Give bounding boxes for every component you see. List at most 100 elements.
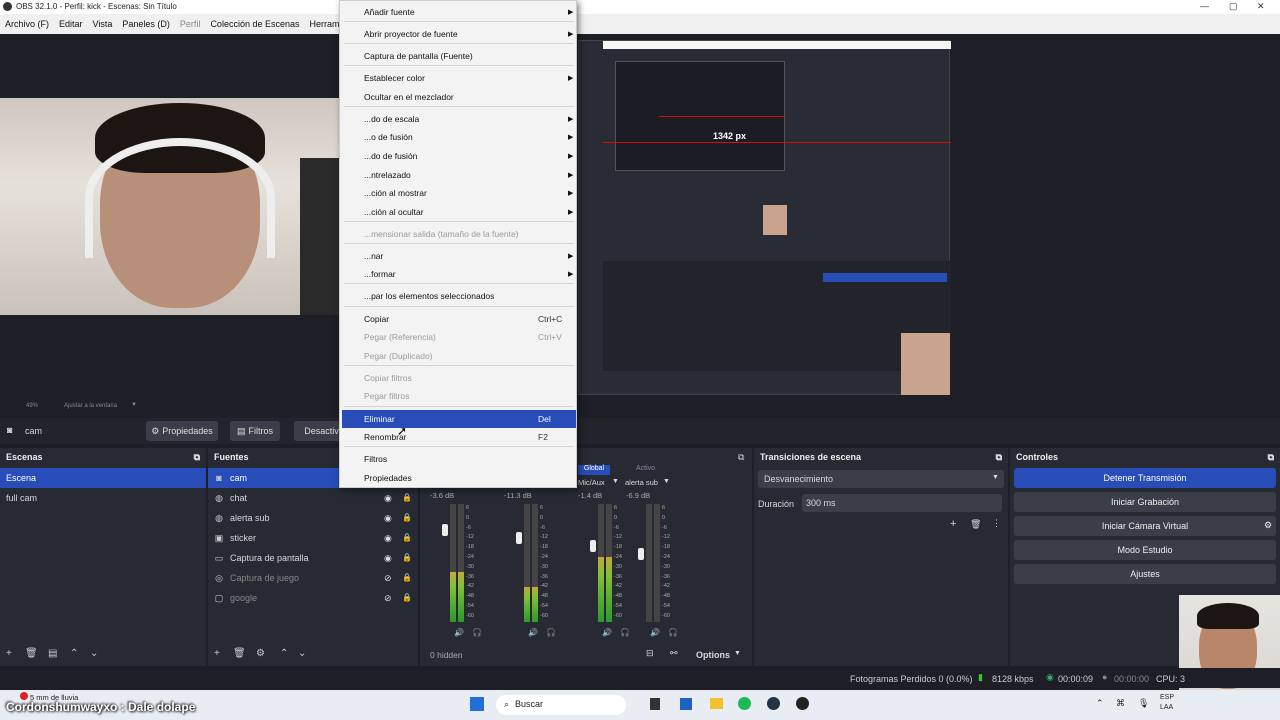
speaker-icon[interactable]: 🔊 (650, 628, 660, 637)
menu-docks[interactable]: Paneles (D) (122, 19, 170, 29)
add-icon[interactable]: + (950, 518, 956, 530)
preview-area[interactable]: 1342 px (0, 34, 1280, 400)
source-item[interactable]: ◍ chat ◉ 🔒 (208, 488, 418, 508)
obs-taskbar-icon[interactable] (796, 697, 809, 710)
settings-button[interactable]: Ajustes (1014, 564, 1276, 584)
undock-icon[interactable]: ⧉ (1268, 452, 1274, 462)
explorer-icon[interactable] (710, 698, 723, 709)
context-menu-item[interactable]: Abrir proyector de fuente (364, 25, 458, 43)
volume-slider[interactable] (442, 524, 448, 536)
transition-select[interactable]: Desvanecimiento ▼ (758, 470, 1004, 488)
options-button[interactable]: Options (696, 650, 730, 660)
volume-slider[interactable] (590, 540, 596, 552)
gear-icon[interactable]: ⚙ (256, 648, 265, 659)
minimize-icon[interactable]: — (1200, 1, 1209, 11)
task-view-icon[interactable] (650, 698, 660, 710)
context-menu-item[interactable]: ...o de fusión (364, 128, 413, 146)
context-menu-item[interactable]: ...ción al mostrar (364, 184, 427, 202)
visibility-eye-icon[interactable]: ⊘ (384, 593, 392, 604)
add-icon[interactable]: + (6, 648, 12, 659)
menu-profile[interactable]: Perfil (180, 19, 201, 29)
stop-stream-button[interactable]: Detener Transmisión (1014, 468, 1276, 488)
lock-icon[interactable]: 🔒 (402, 513, 412, 522)
up-arrow-icon[interactable]: ⌃ (280, 648, 288, 659)
lang-indicator[interactable]: ESP (1160, 694, 1174, 701)
scene-item[interactable]: full cam (0, 488, 206, 508)
speaker-icon[interactable]: 🔊 (528, 628, 538, 637)
source-item[interactable]: ▣ sticker ◉ 🔒 (208, 528, 418, 548)
context-menu-item[interactable]: Captura de pantalla (Fuente) (364, 47, 473, 65)
visibility-eye-icon[interactable]: ⊘ (384, 573, 392, 584)
menu-edit[interactable]: Editar (59, 19, 83, 29)
volume-slider[interactable] (516, 532, 522, 544)
duration-input[interactable]: 300 ms (802, 494, 1002, 512)
menu-view[interactable]: Vista (93, 19, 113, 29)
up-arrow-icon[interactable]: ⌃ (70, 648, 78, 659)
visibility-eye-icon[interactable]: ◉ (384, 553, 392, 564)
headphones-icon[interactable]: 🎧 (668, 628, 678, 637)
fit-to-window[interactable]: Ajustar a la ventana (64, 403, 117, 409)
context-menu-item[interactable]: Establecer color (364, 69, 425, 87)
context-menu-item[interactable]: Copiar (364, 310, 389, 328)
context-menu-item[interactable]: Filtros (364, 450, 387, 468)
source-item[interactable]: ◍ alerta sub ◉ 🔒 (208, 508, 418, 528)
context-menu-item[interactable]: Propiedades (364, 469, 412, 487)
lock-icon[interactable]: 🔒 (402, 553, 412, 562)
maximize-icon[interactable]: ▢ (1229, 1, 1238, 12)
chevron-down-icon[interactable]: ▼ (734, 650, 741, 657)
zoom-level[interactable]: 49% (26, 403, 38, 409)
lock-icon[interactable]: 🔒 (402, 493, 412, 502)
steam-icon[interactable] (767, 697, 780, 710)
chevron-down-icon[interactable]: ▼ (612, 478, 619, 485)
context-menu-item[interactable]: ...ción al ocultar (364, 203, 424, 221)
windows-start-icon[interactable] (470, 697, 484, 711)
link-icon[interactable]: ⚯ (670, 648, 678, 659)
headphones-icon[interactable]: 🎧 (620, 628, 630, 637)
context-menu-item[interactable]: ...ntrelazado (364, 166, 411, 184)
volume-slider[interactable] (638, 548, 644, 560)
undock-icon[interactable]: ⧉ (738, 452, 744, 463)
trash-icon[interactable]: 🗑 (25, 648, 38, 659)
menu-file[interactable]: Archivo (F) (5, 19, 49, 29)
undock-icon[interactable]: ⧉ (996, 452, 1002, 462)
trash-icon[interactable]: 🗑 (233, 648, 246, 659)
filter-icon[interactable]: ▤ (48, 648, 57, 659)
more-icon[interactable]: ⋮ (992, 518, 1001, 529)
context-menu-item[interactable]: Añadir fuente (364, 3, 415, 21)
speaker-icon[interactable]: 🔊 (602, 628, 612, 637)
menu-scene-collection[interactable]: Colección de Escenas (210, 19, 299, 29)
mixer-tab-active[interactable]: Activo (636, 465, 655, 472)
visibility-eye-icon[interactable]: ◉ (384, 533, 392, 544)
store-icon[interactable] (680, 698, 692, 710)
source-item[interactable]: ▢ google ⊘ 🔒 (208, 588, 418, 608)
gear-icon[interactable]: ⚙ (1264, 520, 1272, 531)
source-item[interactable]: ▭ Captura de pantalla ◉ 🔒 (208, 548, 418, 568)
close-icon[interactable]: ✕ (1257, 1, 1265, 12)
context-menu-item[interactable]: Ocultar en el mezclador (364, 88, 454, 106)
start-virtual-camera-button[interactable]: Iniciar Cámara Virtual ⚙ (1014, 516, 1276, 536)
start-recording-button[interactable]: Iniciar Grabación (1014, 492, 1276, 512)
lock-icon[interactable]: 🔒 (402, 573, 412, 582)
chevron-down-icon[interactable]: ▼ (131, 402, 137, 408)
trash-icon[interactable]: 🗑 (970, 519, 981, 530)
spotify-icon[interactable] (738, 697, 751, 710)
lock-icon[interactable]: 🔒 (402, 533, 412, 542)
context-menu-item[interactable]: Eliminar (364, 410, 395, 428)
source-item[interactable]: ◎ Captura de juego ⊘ 🔒 (208, 568, 418, 588)
taskbar-search[interactable]: ⌕ Buscar (496, 695, 626, 715)
layout-icon[interactable]: ⊟ (646, 648, 654, 659)
studio-mode-button[interactable]: Modo Estudio (1014, 540, 1276, 560)
network-icon[interactable]: ⌘ (1116, 698, 1125, 709)
context-menu-item[interactable]: ...do de escala (364, 110, 419, 128)
tray-chevron-icon[interactable]: ⌃ (1096, 698, 1104, 709)
undock-icon[interactable]: ⧉ (194, 452, 200, 462)
down-arrow-icon[interactable]: ⌄ (90, 648, 98, 659)
scene-item[interactable]: Escena (0, 468, 206, 488)
chevron-down-icon[interactable]: ▼ (663, 478, 670, 485)
mic-icon[interactable]: 🎙 (1138, 698, 1149, 709)
context-menu-item[interactable]: ...nar (364, 247, 383, 265)
context-menu-item[interactable]: ...formar (364, 265, 396, 283)
context-menu-item[interactable]: ...par los elementos seleccionados (364, 287, 494, 305)
lock-icon[interactable]: 🔒 (402, 593, 412, 602)
properties-button[interactable]: ⚙ Propiedades (146, 421, 218, 441)
